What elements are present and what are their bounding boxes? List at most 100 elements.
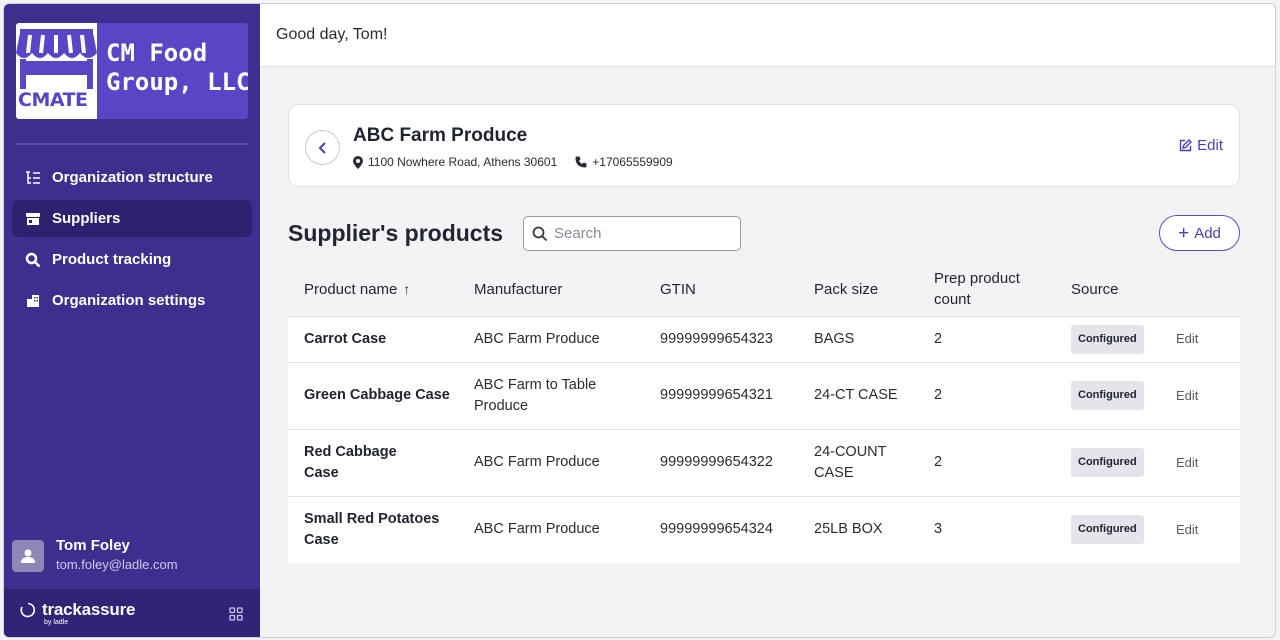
organization-name: CM Food Group, LLC — [106, 39, 248, 97]
cell-prep-count: 3 — [918, 495, 1055, 563]
store-icon — [24, 210, 42, 228]
cell-gtin: 99999999654321 — [644, 361, 798, 429]
trackassure-logo: trackassure — [20, 600, 135, 620]
user-profile[interactable]: Tom Foley tom.foley@ladle.com — [12, 534, 252, 578]
add-label: Add — [1194, 224, 1221, 242]
cell-source: Configured — [1055, 361, 1160, 429]
status-badge: Configured — [1071, 381, 1144, 410]
products-table: Product name ↑ Manufacturer GTIN Pack siz… — [288, 263, 1240, 563]
column-header-gtin: GTIN — [660, 280, 696, 298]
location-pin-icon — [353, 155, 363, 169]
chevron-left-icon — [318, 141, 326, 154]
row-edit-button[interactable]: Edit — [1176, 455, 1198, 470]
table-header-row: Product name ↑ Manufacturer GTIN Pack siz… — [288, 263, 1240, 316]
row-edit-button[interactable]: Edit — [1176, 522, 1198, 537]
section-title: Supplier's products — [288, 220, 504, 246]
search-icon — [24, 251, 42, 269]
sort-ascending-icon[interactable]: ↑ — [403, 281, 410, 297]
cell-product-name: Small Red Potatoes Case — [288, 495, 458, 563]
cell-gtin: 99999999654324 — [644, 495, 798, 563]
sidebar-item-product-tracking[interactable]: Product tracking — [12, 241, 252, 278]
column-header-pack-size: Pack size — [814, 280, 879, 298]
column-header-actions — [1160, 263, 1240, 316]
table-row[interactable]: Green Cabbage Case ABC Farm to Table Pro… — [288, 361, 1240, 429]
column-header-product-name[interactable]: Product name ↑ — [288, 263, 458, 316]
status-badge: Configured — [1071, 515, 1144, 545]
sidebar-nav: Organization structure Suppliers Product… — [12, 159, 252, 323]
cell-actions: Edit — [1160, 315, 1240, 362]
plus-icon: + — [1178, 222, 1190, 244]
sidebar-item-label: Suppliers — [52, 210, 121, 227]
table-row[interactable]: Carrot Case ABC Farm Produce 99999999654… — [288, 315, 1240, 362]
search-icon — [532, 226, 548, 241]
cell-prep-count: 2 — [918, 315, 1055, 362]
sidebar-item-label: Product tracking — [52, 251, 172, 268]
supplier-name: ABC Farm Produce — [353, 125, 528, 146]
organization-brand[interactable]: CMATE CM Food Group, LLC — [16, 23, 248, 119]
org-structure-icon — [24, 169, 42, 187]
product-byline: by ladle — [44, 619, 69, 626]
table-row[interactable]: Red Cabbage Case ABC Farm Produce 999999… — [288, 428, 1240, 496]
search-input[interactable] — [554, 225, 724, 242]
cell-pack-size: 24-CT CASE — [798, 361, 918, 429]
cell-actions: Edit — [1160, 495, 1240, 563]
add-product-button[interactable]: + Add — [1159, 215, 1240, 251]
cell-actions: Edit — [1160, 361, 1240, 429]
avatar — [12, 540, 44, 572]
sidebar-footer: trackassure by ladle — [4, 589, 260, 637]
supplier-address-text: 1100 Nowhere Road, Athens 30601 — [368, 155, 558, 169]
cell-pack-size: 24-COUNT CASE — [798, 428, 918, 496]
user-name: Tom Foley — [56, 537, 130, 554]
column-header-manufacturer: Manufacturer — [474, 280, 563, 298]
building-icon — [24, 292, 42, 310]
cell-product-name: Red Cabbage Case — [288, 428, 458, 496]
edit-label: Edit — [1197, 137, 1223, 154]
sidebar-item-organization-structure[interactable]: Organization structure — [12, 159, 252, 196]
cell-manufacturer: ABC Farm Produce — [458, 428, 644, 496]
cell-product-name: Carrot Case — [288, 315, 458, 362]
sidebar-divider — [16, 143, 248, 145]
status-badge: Configured — [1071, 324, 1144, 354]
cell-prep-count: 2 — [918, 428, 1055, 496]
search-box[interactable] — [523, 216, 741, 251]
sidebar-item-organization-settings[interactable]: Organization settings — [12, 282, 252, 319]
trackassure-mark-icon — [20, 602, 36, 618]
cell-gtin: 99999999654323 — [644, 315, 798, 362]
edit-icon — [1179, 139, 1193, 152]
row-edit-button[interactable]: Edit — [1176, 331, 1198, 346]
organization-name-line1: CM Food — [106, 39, 208, 67]
supplier-contact: 1100 Nowhere Road, Athens 30601 +1706555… — [353, 155, 691, 169]
cell-source: Configured — [1055, 495, 1160, 563]
user-icon — [21, 549, 35, 563]
cell-pack-size: BAGS — [798, 315, 918, 362]
supplier-card: ABC Farm Produce 1100 Nowhere Road, Athe… — [288, 104, 1240, 187]
organization-name-line2: Group, LLC — [106, 68, 248, 96]
greeting: Good day, Tom! — [276, 26, 388, 43]
user-email: tom.foley@ladle.com — [56, 557, 178, 572]
cell-manufacturer: ABC Farm to Table Produce — [458, 361, 644, 429]
phone-icon — [575, 156, 587, 168]
cell-source: Configured — [1055, 315, 1160, 362]
cell-manufacturer: ABC Farm Produce — [458, 315, 644, 362]
cell-source: Configured — [1055, 428, 1160, 496]
cell-product-name: Green Cabbage Case — [288, 361, 458, 429]
logo-text: CMATE — [18, 89, 88, 111]
supplier-phone: +17065559909 — [575, 155, 673, 169]
sidebar-item-suppliers[interactable]: Suppliers — [12, 200, 252, 237]
top-bar: Good day, Tom! — [260, 4, 1275, 67]
sidebar-item-label: Organization settings — [52, 292, 206, 309]
sidebar-item-label: Organization structure — [52, 169, 213, 186]
sidebar: CMATE CM Food Group, LLC Organization st… — [4, 4, 260, 637]
cell-actions: Edit — [1160, 428, 1240, 496]
table-row[interactable]: Small Red Potatoes Case ABC Farm Produce… — [288, 495, 1240, 563]
product-name: trackassure — [42, 600, 136, 619]
back-button[interactable] — [305, 130, 340, 165]
cell-manufacturer: ABC Farm Produce — [458, 495, 644, 563]
edit-supplier-button[interactable]: Edit — [1179, 137, 1223, 154]
apps-grid-icon[interactable] — [229, 607, 245, 623]
cell-pack-size: 25LB BOX — [798, 495, 918, 563]
row-edit-button[interactable]: Edit — [1176, 388, 1198, 403]
cell-prep-count: 2 — [918, 361, 1055, 429]
status-badge: Configured — [1071, 448, 1144, 477]
supplier-address: 1100 Nowhere Road, Athens 30601 — [353, 155, 557, 169]
